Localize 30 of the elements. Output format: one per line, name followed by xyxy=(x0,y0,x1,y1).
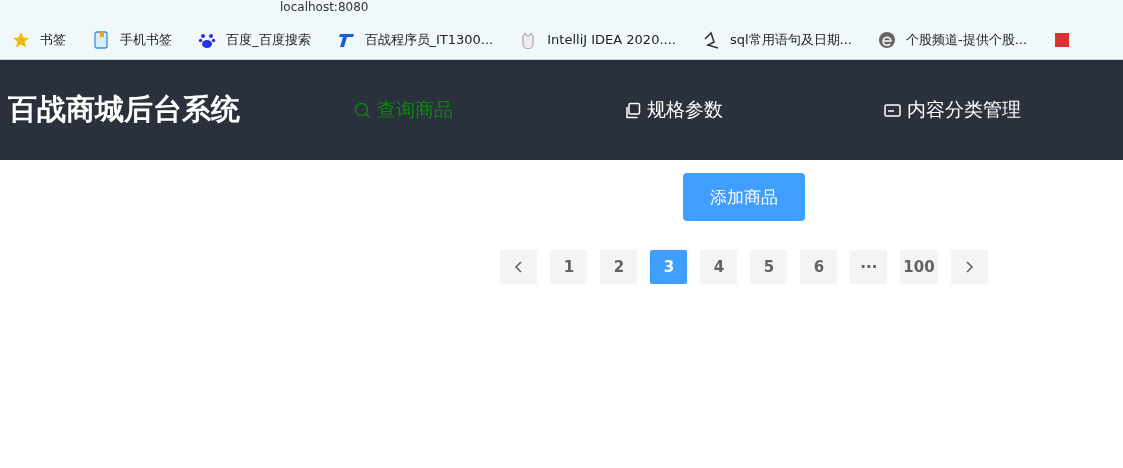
bookmark-link[interactable]: 书签 xyxy=(40,30,66,49)
address-text: localhost:8080 xyxy=(280,0,369,14)
bookmark-link[interactable]: sql常用语句及日期... xyxy=(729,30,852,49)
page-button[interactable]: 4 xyxy=(700,250,738,284)
chevron-left-icon xyxy=(513,261,524,273)
page-button[interactable]: 5 xyxy=(750,250,788,284)
menu-item[interactable]: 规格参数 xyxy=(610,97,870,123)
star-icon xyxy=(12,30,30,49)
page-button[interactable]: 2 xyxy=(600,250,638,284)
circle-icon xyxy=(878,30,896,49)
square-icon xyxy=(1053,30,1072,49)
bookmark-link[interactable]: 手机书签 xyxy=(120,30,172,49)
page-button[interactable]: 6 xyxy=(800,250,838,284)
bookmark-link[interactable]: 个股频道-提供个股... xyxy=(906,30,1028,49)
page-button[interactable]: 100 xyxy=(900,250,938,284)
chevron-right-icon xyxy=(964,261,975,273)
card-icon xyxy=(884,101,901,119)
prev-page-button[interactable] xyxy=(500,250,538,284)
next-page-button[interactable] xyxy=(950,250,988,284)
bookmark-link[interactable]: IntelliJ IDEA 2020.... xyxy=(547,32,676,47)
page-button[interactable]: 1 xyxy=(550,250,588,284)
page-button[interactable]: ··· xyxy=(850,250,888,284)
menu-item[interactable]: 内容分类管理 xyxy=(870,97,1123,123)
copy-icon xyxy=(624,101,641,119)
bookmark-link[interactable]: 百度_百度搜索 xyxy=(226,30,311,49)
menu-item[interactable]: 查询商品 xyxy=(340,97,610,123)
phone-icon xyxy=(92,30,110,49)
bookmark-link[interactable]: 百战程序员_IT1300... xyxy=(364,30,494,49)
search-icon xyxy=(354,101,371,119)
app-title: 百战商城后台系统 xyxy=(8,91,241,128)
